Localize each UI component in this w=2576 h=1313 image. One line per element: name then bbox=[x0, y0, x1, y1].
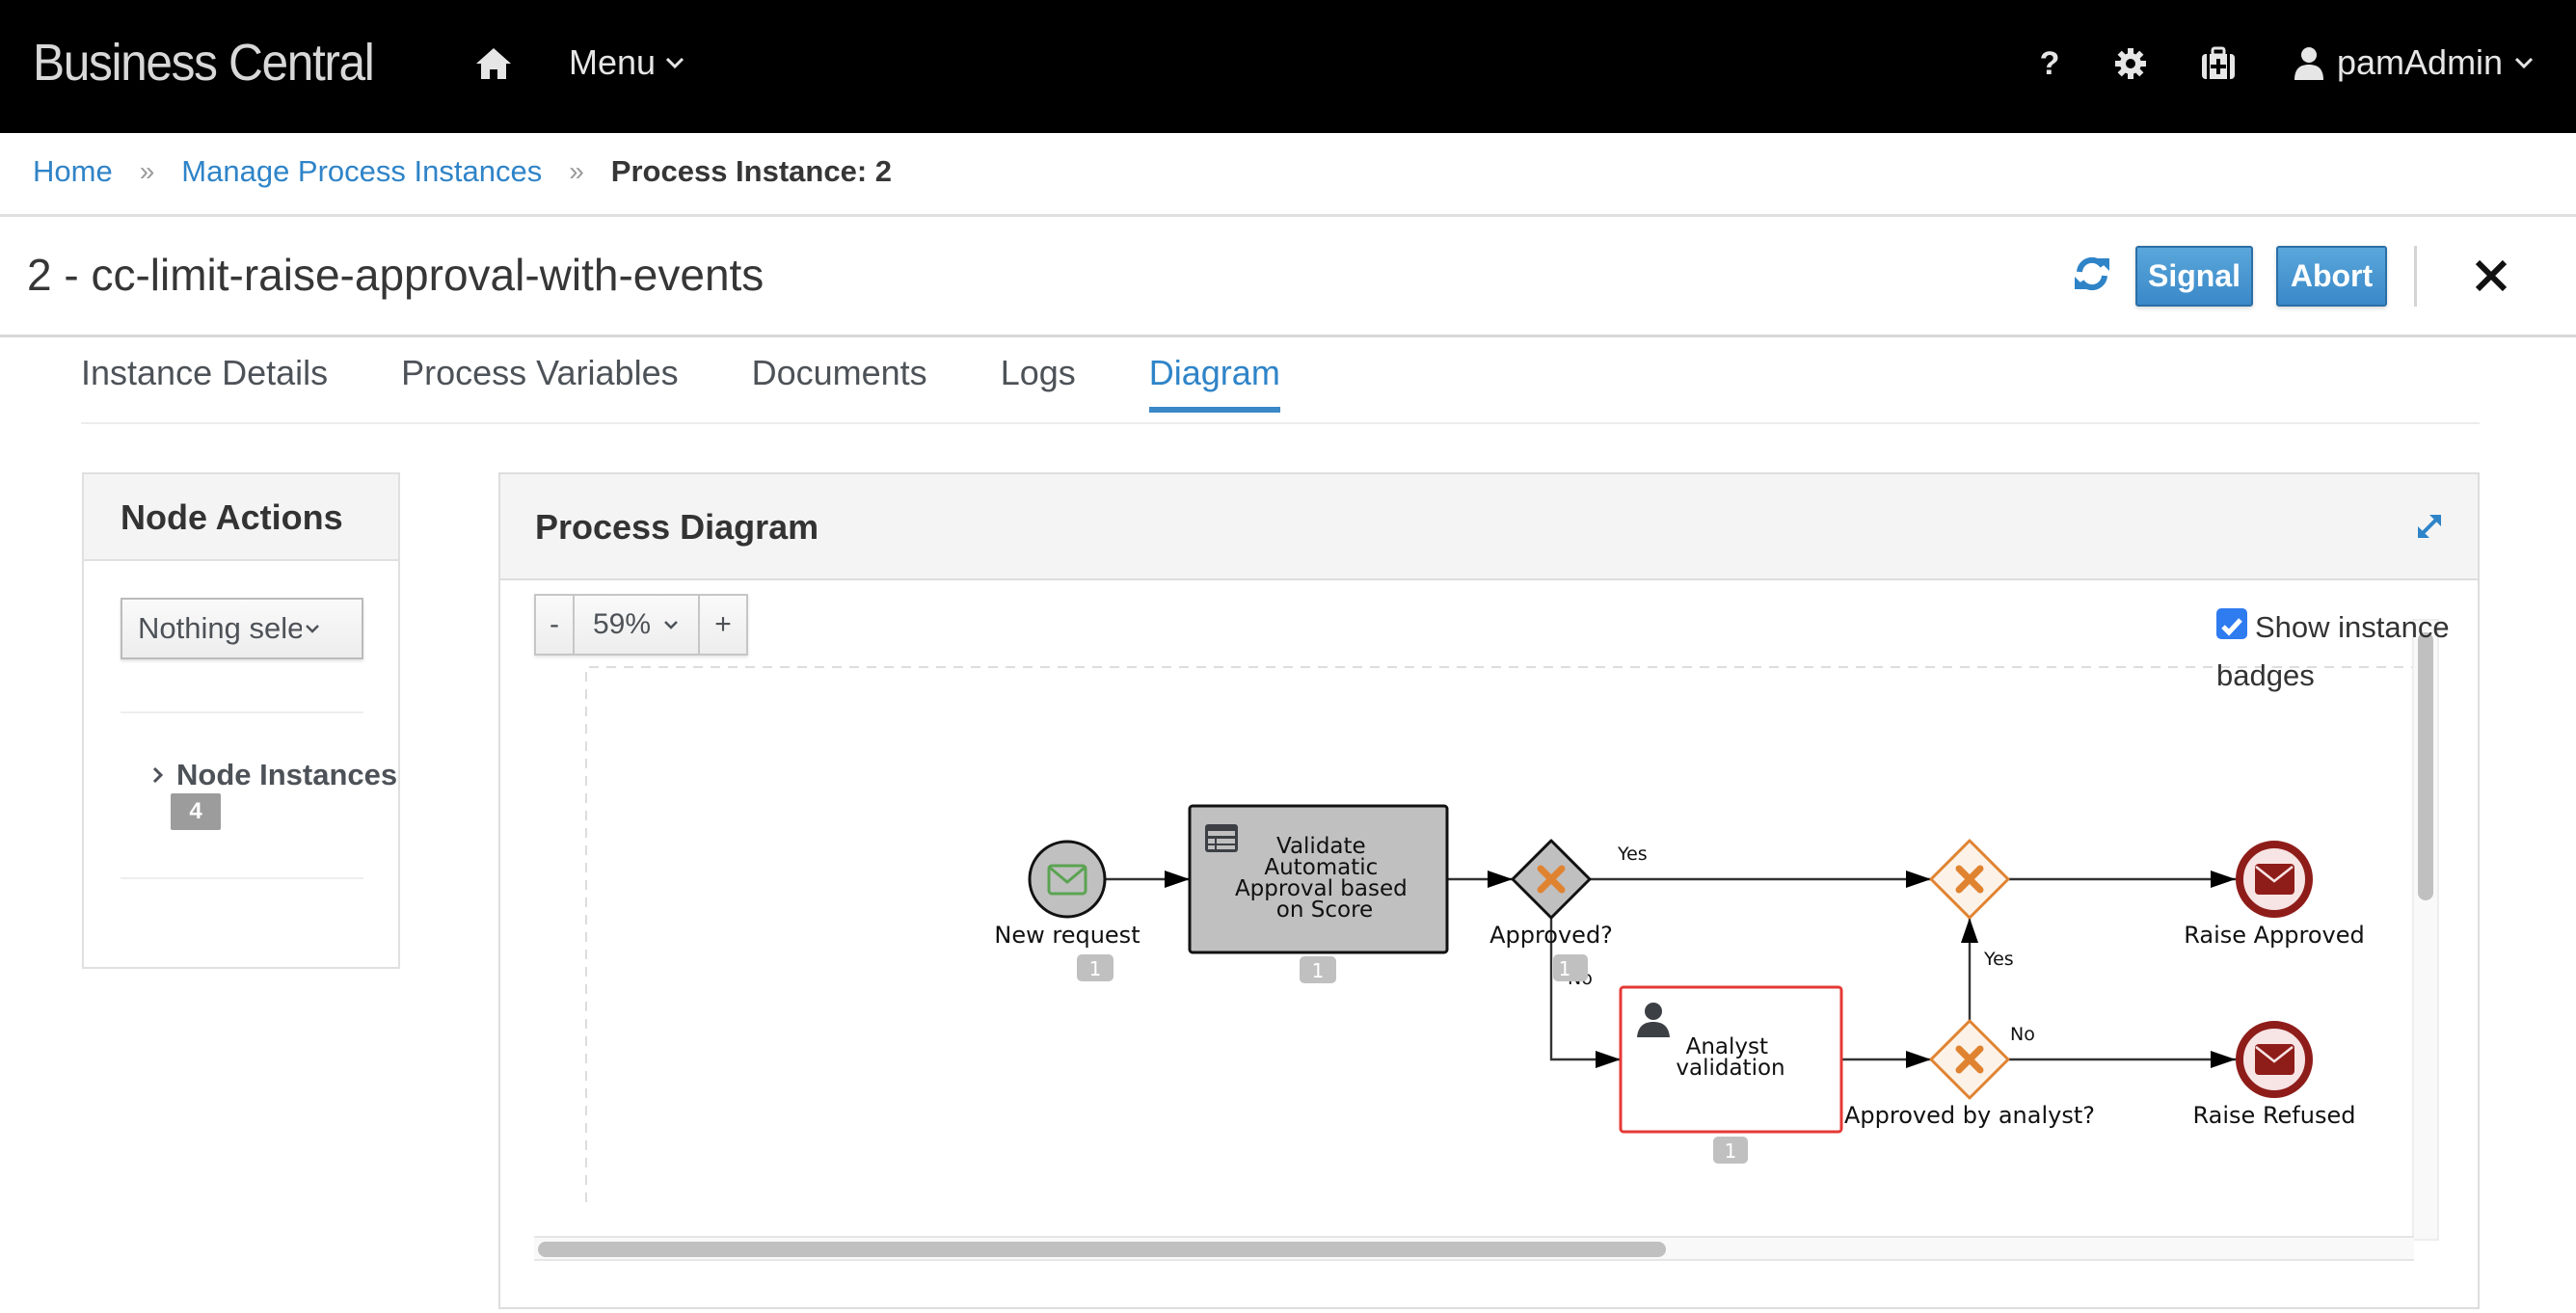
bpmn-diagram: Yes No Yes No New request 1 bbox=[585, 666, 2412, 1202]
zoom-in-button[interactable]: + bbox=[700, 596, 746, 654]
node-label: Approved by analyst? bbox=[1844, 1102, 2095, 1129]
breadcrumb-separator: » bbox=[569, 156, 584, 186]
gateway-merge[interactable] bbox=[1929, 839, 2010, 920]
process-diagram-panel: Process Diagram - 59% + Yes Yes No New r… bbox=[498, 472, 2480, 1309]
horizontal-scrollbar[interactable] bbox=[534, 1236, 2414, 1261]
node-select-value: Nothing selected bbox=[138, 611, 302, 645]
breadcrumb-separator: » bbox=[139, 156, 155, 186]
tab-logs[interactable]: Logs bbox=[1001, 353, 1076, 411]
user-icon bbox=[2294, 47, 2323, 80]
top-navbar: Business Central Menu ? pamAdmin bbox=[0, 0, 2576, 133]
instance-tabs: Instance Details Process Variables Docum… bbox=[81, 353, 1354, 413]
tabs-divider bbox=[81, 422, 2480, 424]
divider bbox=[0, 335, 2576, 337]
medkit-icon[interactable] bbox=[2199, 44, 2238, 83]
gear-icon[interactable] bbox=[2111, 44, 2150, 83]
instance-badge: 1 bbox=[1300, 956, 1336, 983]
chevron-down-icon bbox=[2515, 57, 2534, 69]
menu-dropdown[interactable]: Menu bbox=[569, 42, 684, 83]
checkmark-icon bbox=[2221, 618, 2242, 636]
vertical-scrollbar[interactable] bbox=[2412, 619, 2439, 1241]
show-badges-label: Show instance badges bbox=[2216, 610, 2450, 692]
zoom-level-value: 59% bbox=[592, 608, 652, 640]
node-label: Approved? bbox=[1489, 922, 1613, 949]
tab-instance-details[interactable]: Instance Details bbox=[81, 353, 328, 411]
instance-badge: 1 bbox=[1553, 954, 1588, 981]
svg-text:1: 1 bbox=[1559, 957, 1571, 980]
chevron-down-icon bbox=[666, 57, 684, 69]
refresh-icon[interactable] bbox=[2073, 255, 2111, 293]
divider bbox=[121, 877, 363, 879]
flow-label-yes: Yes bbox=[1617, 844, 1648, 865]
abort-button[interactable]: Abort bbox=[2276, 246, 2387, 307]
breadcrumb-current: Process Instance: 2 bbox=[610, 154, 892, 188]
end-event-raise-refused[interactable]: Raise Refused bbox=[2193, 1021, 2356, 1129]
divider bbox=[121, 711, 363, 713]
node-label: Raise Approved bbox=[2184, 922, 2365, 949]
expand-icon[interactable] bbox=[2414, 511, 2445, 542]
brand-logo[interactable]: Business Central bbox=[33, 33, 375, 93]
flow-label-yes: Yes bbox=[1983, 949, 2014, 970]
gateway-approved-by-analyst[interactable]: Approved by analyst? bbox=[1844, 1019, 2095, 1129]
instance-badge: 1 bbox=[1713, 1137, 1748, 1164]
end-event-raise-approved[interactable]: Raise Approved bbox=[2184, 841, 2365, 949]
process-diagram-title: Process Diagram bbox=[500, 474, 2478, 580]
horizontal-scrollbar-thumb[interactable] bbox=[538, 1242, 1666, 1257]
divider bbox=[2414, 246, 2417, 307]
divider bbox=[0, 214, 2576, 217]
node-instances-label: Node Instances bbox=[176, 758, 398, 791]
svg-text:1: 1 bbox=[1089, 957, 1102, 980]
show-instance-badges-toggle[interactable]: Show instance badges bbox=[2216, 603, 2457, 700]
user-name: pamAdmin bbox=[2337, 42, 2504, 82]
node-instances-count-badge: 4 bbox=[171, 793, 221, 830]
instance-badge: 1 bbox=[1077, 954, 1114, 981]
show-badges-checkbox[interactable] bbox=[2216, 608, 2247, 639]
menu-label: Menu bbox=[569, 42, 657, 82]
zoom-controls: - 59% + bbox=[534, 594, 748, 656]
chevron-right-icon bbox=[152, 766, 164, 784]
start-event-new-request[interactable]: New request bbox=[994, 840, 1140, 949]
task-validate-automatic-approval[interactable]: Validate Automatic Approval based on Sco… bbox=[1188, 804, 1449, 954]
breadcrumb-manage-process-instances[interactable]: Manage Process Instances bbox=[181, 154, 542, 189]
node-actions-title: Node Actions bbox=[84, 474, 398, 561]
node-label: New request bbox=[994, 922, 1140, 949]
zoom-out-button[interactable]: - bbox=[536, 596, 575, 654]
node-select-dropdown[interactable]: Nothing selected bbox=[121, 598, 363, 659]
breadcrumb: Home » Manage Process Instances » Proces… bbox=[33, 154, 892, 189]
svg-text:1: 1 bbox=[1312, 959, 1325, 982]
breadcrumb-home[interactable]: Home bbox=[33, 154, 113, 189]
node-label: Raise Refused bbox=[2193, 1102, 2356, 1129]
user-menu[interactable]: pamAdmin bbox=[2293, 42, 2534, 83]
help-icon[interactable]: ? bbox=[2030, 44, 2069, 83]
tab-diagram[interactable]: Diagram bbox=[1148, 353, 1280, 413]
page-title: 2 - cc-limit-raise-approval-with-events bbox=[27, 250, 765, 300]
close-icon[interactable] bbox=[2470, 253, 2512, 299]
diagram-canvas[interactable]: Yes No Yes No New request 1 bbox=[534, 665, 2414, 1234]
flow-label-no: No bbox=[2010, 1024, 2035, 1045]
svg-text:1: 1 bbox=[1725, 1139, 1737, 1163]
node-label: Analyst validation bbox=[1676, 1034, 1784, 1081]
zoom-level-dropdown[interactable]: 59% bbox=[575, 596, 700, 654]
tab-documents[interactable]: Documents bbox=[752, 353, 927, 411]
envelope-icon bbox=[2255, 864, 2294, 895]
gateway-approved[interactable]: Approved? bbox=[1489, 839, 1613, 949]
chevron-down-icon bbox=[306, 625, 319, 633]
chevron-down-icon bbox=[664, 621, 678, 630]
tab-process-variables[interactable]: Process Variables bbox=[401, 353, 678, 411]
node-actions-panel: Node Actions Nothing selected Node Insta… bbox=[82, 472, 400, 969]
envelope-icon bbox=[2255, 1044, 2294, 1075]
home-icon[interactable] bbox=[472, 42, 515, 85]
signal-button[interactable]: Signal bbox=[2135, 246, 2253, 307]
business-rule-table-icon bbox=[1205, 824, 1238, 852]
node-instances-tree-item[interactable]: Node Instances bbox=[151, 758, 397, 792]
task-analyst-validation[interactable]: Analyst validation bbox=[1619, 985, 1843, 1134]
